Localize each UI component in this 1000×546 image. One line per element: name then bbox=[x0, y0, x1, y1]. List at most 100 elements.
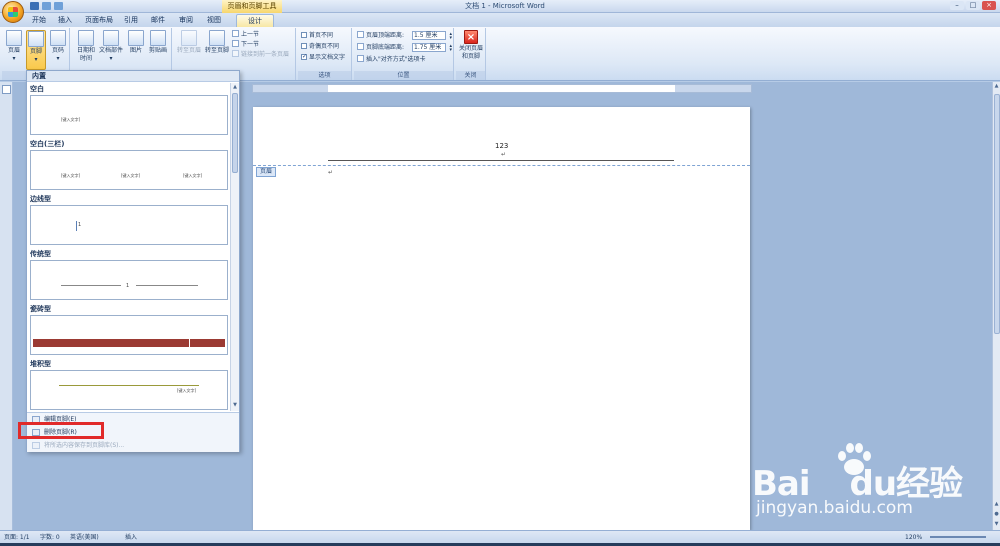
tab-view[interactable]: 视图 bbox=[203, 14, 225, 27]
alignment-tab-icon bbox=[357, 55, 364, 62]
quick-parts-button[interactable]: 文档部件 ▾ bbox=[98, 30, 124, 63]
header-button[interactable]: 页眉 ▾ bbox=[4, 30, 24, 63]
footer-icon bbox=[28, 31, 44, 47]
gallery-preview: [键入文字] [键入文字] [键入文字] bbox=[30, 150, 228, 190]
gallery-item-traditional[interactable]: 传统型 1 bbox=[27, 248, 230, 302]
gallery-preview: 1 bbox=[30, 260, 228, 300]
gallery-preview bbox=[30, 315, 228, 355]
tab-references[interactable]: 引用 bbox=[120, 14, 142, 27]
group-close: × 关闭页眉 和页脚 关闭 bbox=[456, 28, 486, 80]
tab-home[interactable]: 开始 bbox=[28, 14, 50, 27]
header-boundary bbox=[253, 165, 750, 166]
spinner-icon: ▴ ▾ bbox=[449, 43, 452, 53]
office-button[interactable] bbox=[2, 1, 24, 23]
window-title: 文档 1 - Microsoft Word bbox=[465, 2, 545, 10]
scroll-up-icon[interactable]: ▲ bbox=[231, 83, 239, 92]
gallery-preview: [键入文字] bbox=[30, 95, 228, 135]
link-previous-button[interactable]: 链接到前一条页眉 bbox=[232, 50, 289, 59]
tab-insert[interactable]: 插入 bbox=[54, 14, 76, 27]
header-text[interactable]: 123 bbox=[495, 142, 508, 150]
edit-footer-menu-item[interactable]: 编辑页脚(E) bbox=[29, 414, 237, 425]
contextual-tab-title: 页眉和页脚工具 bbox=[222, 0, 282, 13]
prev-page-icon[interactable]: ▲ bbox=[993, 500, 1000, 509]
group-position: 页眉顶端距离: 1.5 厘米 ▴ ▾ 页脚底端距离: 1.75 厘米 ▴ ▾ 插入"对齐… bbox=[354, 28, 454, 80]
paragraph-mark-icon: ↵ bbox=[501, 151, 507, 158]
gallery-item-blank-three-col[interactable]: 空白(三栏) [键入文字] [键入文字] [键入文字] bbox=[27, 138, 230, 192]
goto-header-icon bbox=[181, 30, 197, 46]
remove-footer-menu-item[interactable]: 删除页脚(R) bbox=[29, 427, 237, 438]
zoom-slider[interactable] bbox=[930, 536, 986, 538]
insert-alignment-tab-button[interactable]: 插入"对齐方式"选项卡 bbox=[357, 55, 426, 64]
next-page-icon[interactable]: ▼ bbox=[993, 520, 1000, 529]
diff-first-page-checkbox[interactable]: 首页不同 bbox=[301, 31, 333, 40]
prev-section-icon bbox=[232, 30, 239, 37]
close-window-icon[interactable]: × bbox=[982, 1, 996, 10]
show-doc-text-checkbox[interactable]: 显示文档文字 bbox=[301, 52, 345, 62]
gallery-item-sideline[interactable]: 边线型 1 bbox=[27, 193, 230, 247]
office-logo-icon bbox=[8, 7, 18, 17]
horizontal-ruler[interactable] bbox=[252, 84, 752, 93]
gallery-preview: 1 bbox=[30, 205, 228, 245]
gallery-list: 空白 [键入文字] 空白(三栏) [键入文字] [键入文字] [键入文字] 边线… bbox=[27, 83, 239, 411]
footer-button[interactable]: 页脚 ▾ bbox=[26, 30, 46, 70]
header-icon bbox=[6, 30, 22, 46]
tab-review[interactable]: 审阅 bbox=[175, 14, 197, 27]
undo-icon[interactable] bbox=[42, 2, 51, 10]
vertical-scrollbar[interactable]: ▲ ▲ ● ▼ bbox=[992, 82, 1000, 530]
group-label-options: 选项 bbox=[298, 71, 351, 80]
link-icon bbox=[232, 50, 239, 57]
footer-gallery: 内置 空白 [键入文字] 空白(三栏) [键入文字] [键入文字] [键入文字]… bbox=[26, 70, 240, 452]
save-gallery-icon bbox=[32, 442, 40, 449]
goto-footer-button[interactable]: 转至页脚 bbox=[204, 30, 230, 55]
calendar-icon bbox=[78, 30, 94, 46]
redo-icon[interactable] bbox=[54, 2, 63, 10]
prev-section-button[interactable]: 上一节 bbox=[232, 30, 259, 39]
picture-button[interactable]: 图片 bbox=[126, 30, 146, 55]
tab-mailings[interactable]: 邮件 bbox=[147, 14, 169, 27]
document-page[interactable]: 123 ↵ 页眉 ↵ bbox=[253, 107, 750, 530]
maximize-icon[interactable]: □ bbox=[966, 1, 980, 10]
footer-from-bottom: 页脚底端距离: bbox=[357, 43, 404, 52]
scroll-down-icon[interactable]: ▼ bbox=[231, 401, 239, 410]
goto-header-button[interactable]: 转至页眉 bbox=[176, 30, 202, 55]
tab-selector[interactable] bbox=[2, 85, 11, 94]
header-from-top-input[interactable]: 1.5 厘米 ▴ ▾ bbox=[412, 31, 452, 41]
scroll-up-icon[interactable]: ▲ bbox=[993, 82, 1000, 91]
next-section-button[interactable]: 下一节 bbox=[232, 40, 259, 49]
gallery-item-tiles[interactable]: 瓷砖型 bbox=[27, 303, 230, 357]
gallery-menu: 编辑页脚(E) 删除页脚(R) 将所选内容保存到页脚库(S)... bbox=[27, 412, 239, 452]
diff-odd-even-checkbox[interactable]: 奇偶页不同 bbox=[301, 42, 339, 51]
next-section-icon bbox=[232, 40, 239, 47]
minimize-icon[interactable]: – bbox=[950, 1, 964, 10]
spinner-icon: ▴ ▾ bbox=[449, 31, 452, 41]
clip-art-icon bbox=[150, 30, 166, 46]
save-to-footer-gallery-menu-item[interactable]: 将所选内容保存到页脚库(S)... bbox=[29, 440, 237, 451]
gallery-preview: [键入文字] bbox=[30, 370, 228, 410]
gallery-section-title: 内置 bbox=[27, 71, 239, 82]
group-options: 首页不同 奇偶页不同 显示文档文字 选项 bbox=[298, 28, 352, 80]
clip-art-button[interactable]: 剪贴画 bbox=[146, 30, 170, 55]
goto-footer-icon bbox=[209, 30, 225, 46]
vertical-ruler bbox=[0, 82, 13, 530]
save-icon[interactable] bbox=[30, 2, 39, 10]
remove-footer-icon bbox=[32, 429, 40, 436]
header-tag: 页眉 bbox=[256, 167, 277, 177]
tab-page-layout[interactable]: 页面布局 bbox=[82, 14, 116, 27]
close-header-footer-button[interactable]: × 关闭页眉 和页脚 bbox=[457, 30, 485, 61]
tab-design[interactable]: 设计 bbox=[236, 14, 274, 27]
gallery-item-stacked[interactable]: 堆积型 [键入文字] bbox=[27, 358, 230, 411]
gallery-scroll-thumb[interactable] bbox=[232, 93, 238, 173]
page-number-icon bbox=[50, 30, 66, 46]
gallery-item-blank[interactable]: 空白 [键入文字] bbox=[27, 83, 230, 137]
paragraph-mark-icon: ↵ bbox=[328, 169, 334, 176]
header-border-line bbox=[328, 160, 674, 161]
picture-icon bbox=[128, 30, 144, 46]
scroll-thumb[interactable] bbox=[994, 94, 1000, 334]
group-label-position: 位置 bbox=[354, 71, 453, 80]
browse-object-icon[interactable]: ● bbox=[993, 510, 1000, 519]
gallery-scrollbar[interactable]: ▲ ▼ bbox=[230, 83, 239, 411]
page-number-button[interactable]: 页码 ▾ bbox=[48, 30, 68, 63]
date-time-button[interactable]: 日期和 时间 bbox=[74, 30, 98, 63]
group-label-close: 关闭 bbox=[456, 71, 485, 80]
footer-from-bottom-input[interactable]: 1.75 厘米 ▴ ▾ bbox=[412, 43, 452, 53]
